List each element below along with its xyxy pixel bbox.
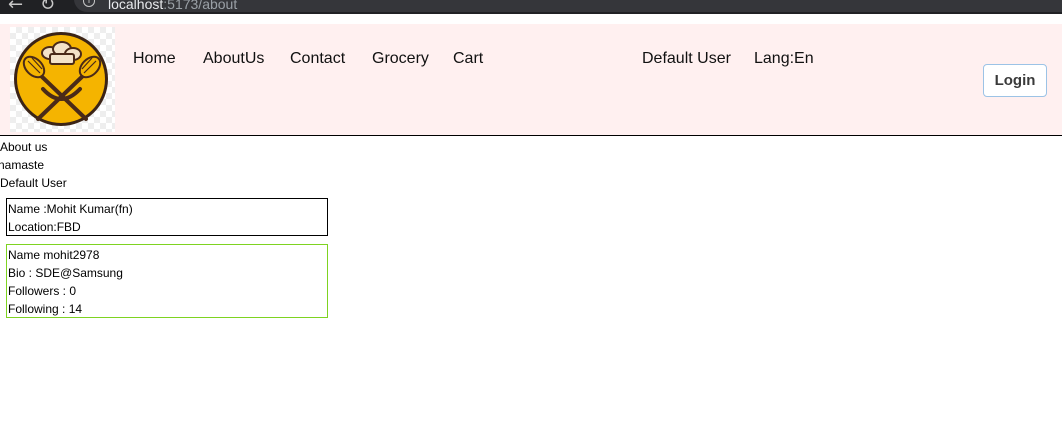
user-name-line: Name :Mohit Kumar(fn) [8,202,133,216]
context-user-text: Default User [0,176,67,190]
github-user-card: Name mohit2978 Bio : SDE@Samsung Followe… [6,244,328,318]
url-text[interactable]: localhost:5173/about [108,0,237,12]
github-name-line: Name mohit2978 [8,248,100,262]
logo[interactable] [10,27,115,132]
chef-whisk-logo-icon [14,32,108,126]
url-path: :5173/about [163,0,238,12]
nav-cart-link[interactable]: Cart [453,50,483,68]
nav-contact-link[interactable]: Contact [290,50,345,68]
reload-icon[interactable]: ↻ [40,0,55,14]
user-location-line: Location:FBD [8,220,81,234]
app-header: Home AboutUs Contact Grocery Cart Defaul… [0,24,1062,136]
back-icon[interactable]: ← [8,0,23,14]
github-bio-line: Bio : SDE@Samsung [8,266,123,280]
url-host: localhost [108,0,164,12]
class-user-card: Name :Mohit Kumar(fn) Location:FBD [6,198,328,236]
github-following-line: Following : 14 [8,302,83,316]
github-followers-line: Followers : 0 [8,284,77,298]
nav-home-link[interactable]: Home [133,50,176,68]
nav-aboutus-link[interactable]: AboutUs [203,50,264,68]
current-user-label: Default User [642,50,731,67]
language-label: Lang:En [754,50,814,67]
login-button[interactable]: Login [983,64,1047,97]
page-title: About us [0,140,48,154]
browser-toolbar: ← ↻ i localhost:5173/about [0,0,1062,14]
greeting-text: namaste [0,158,45,172]
nav-grocery-link[interactable]: Grocery [372,50,429,68]
